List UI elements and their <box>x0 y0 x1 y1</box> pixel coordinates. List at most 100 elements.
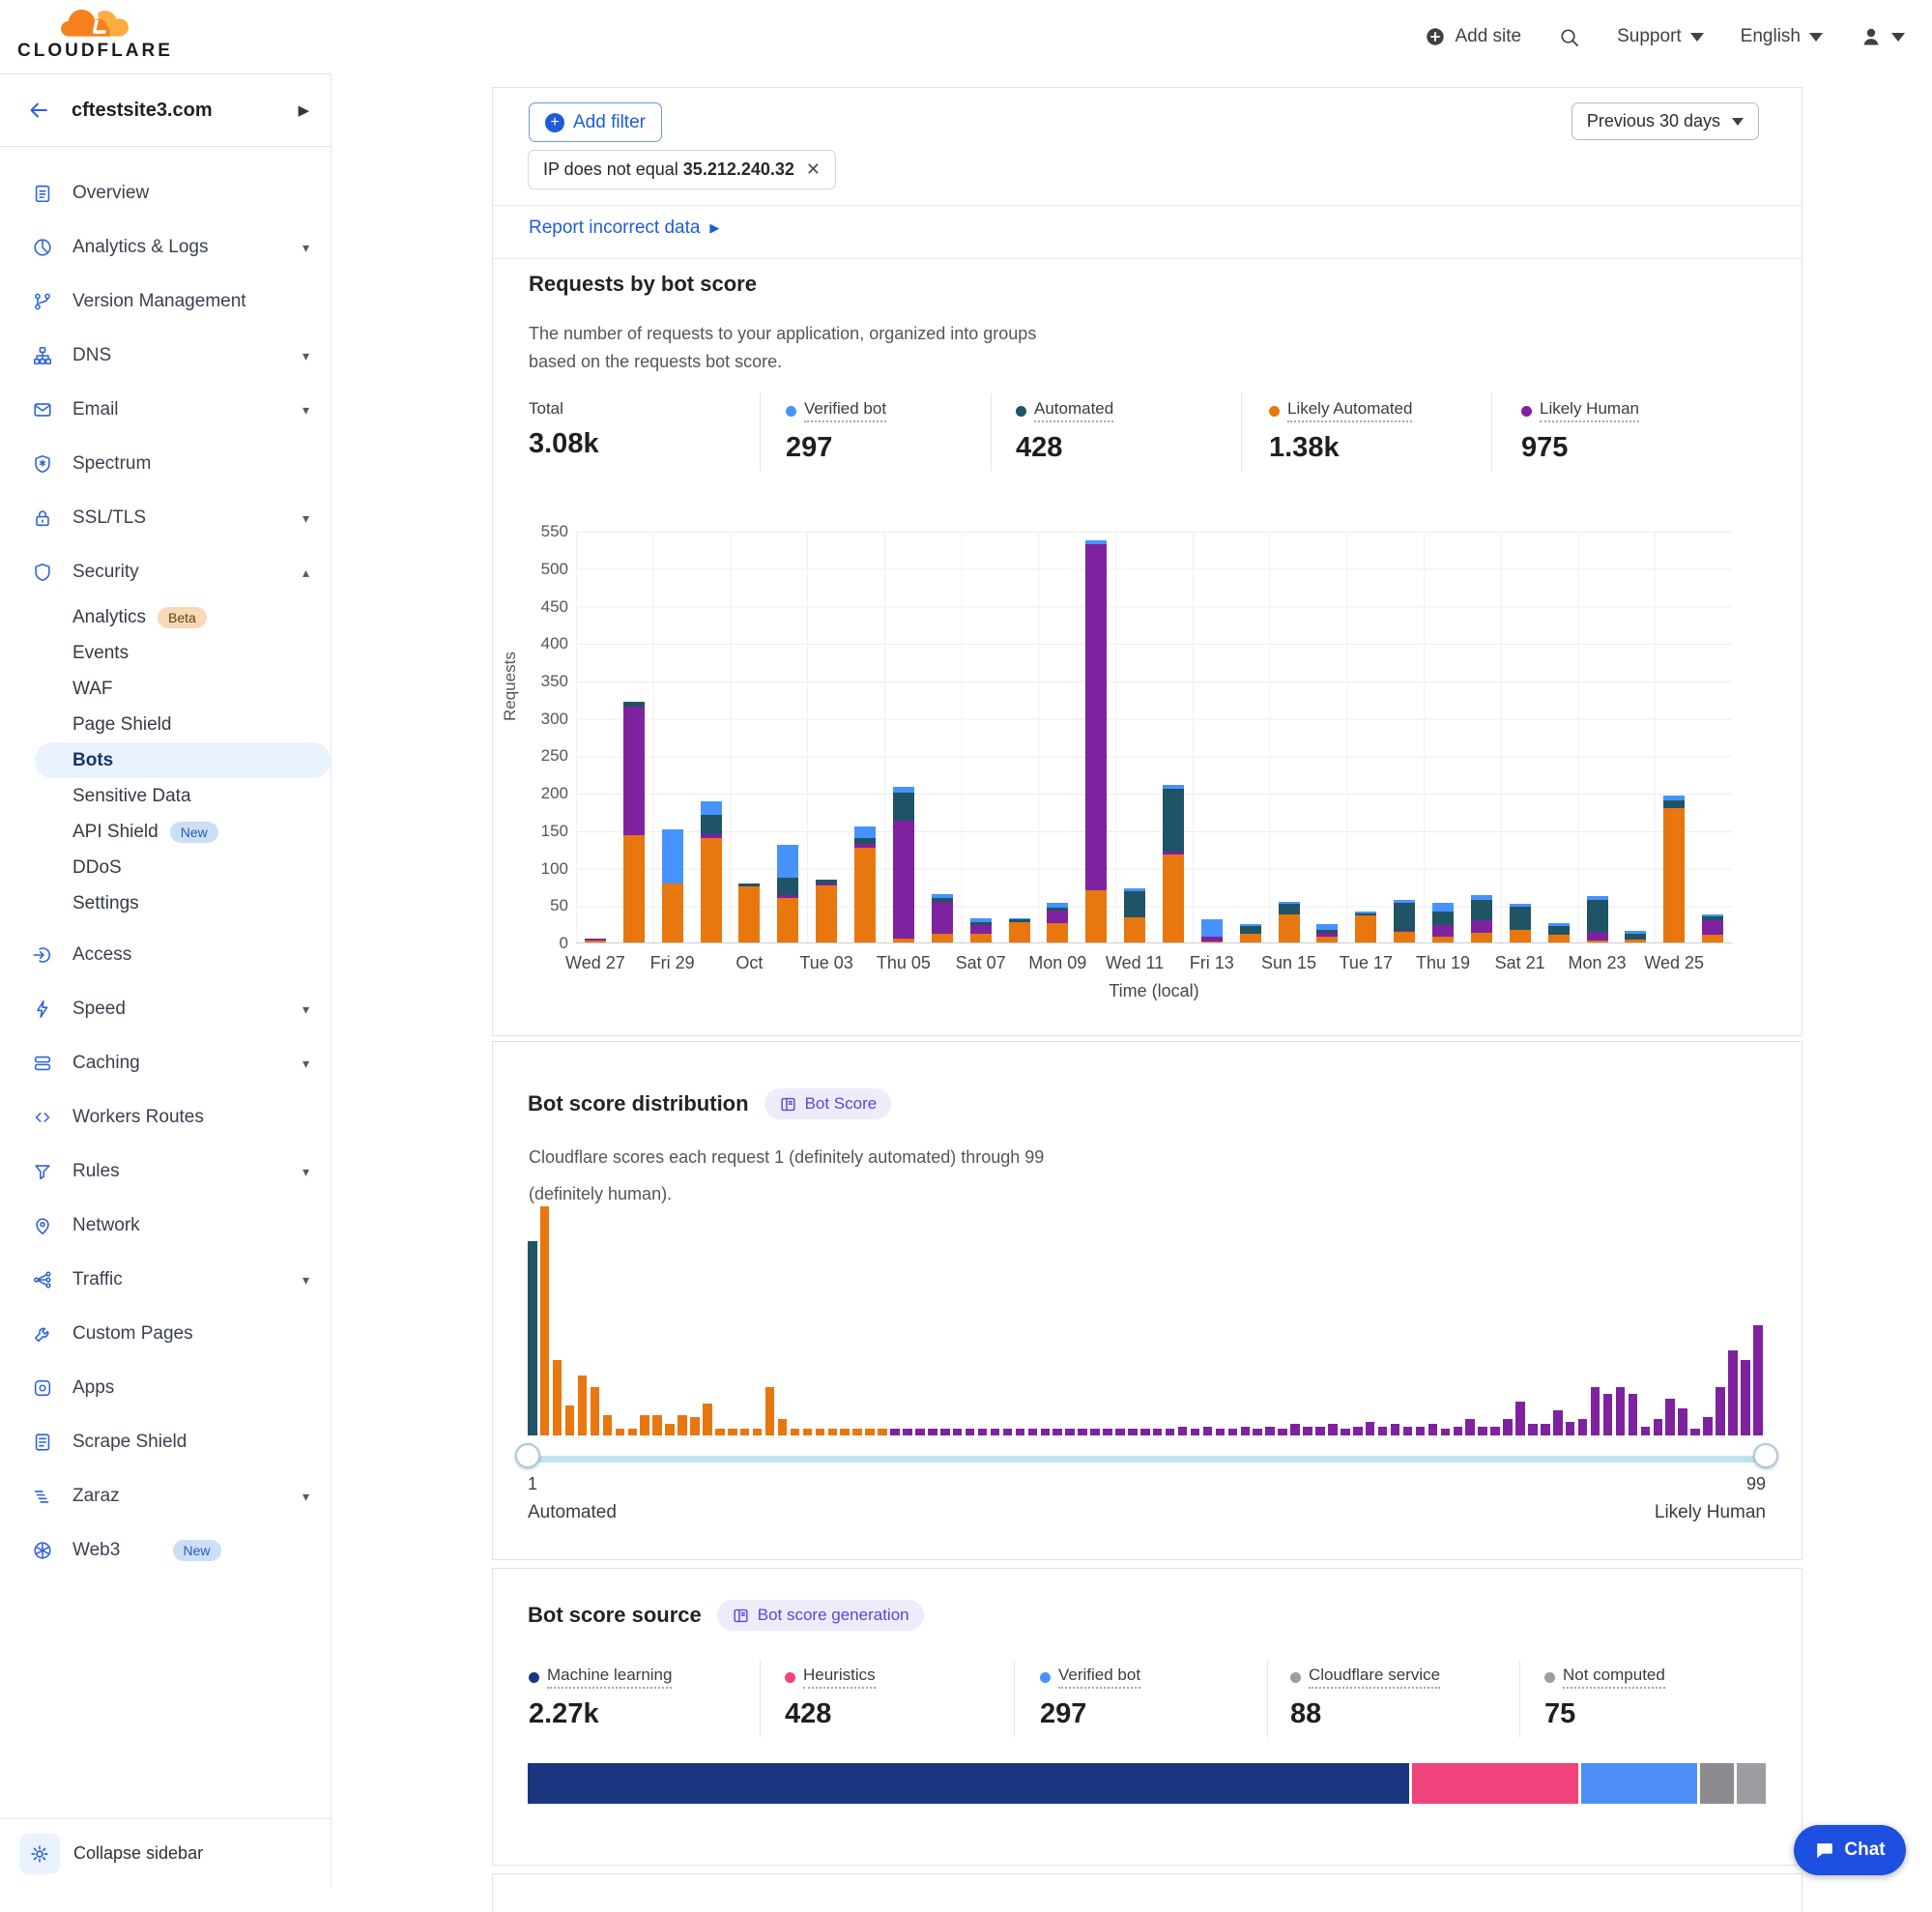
score-bar-15[interactable] <box>703 1404 712 1435</box>
score-bar-11[interactable] <box>652 1415 662 1435</box>
bar-day-21[interactable] <box>1355 912 1376 942</box>
score-bar-42[interactable] <box>1041 1429 1051 1435</box>
score-bar-7[interactable] <box>603 1415 613 1435</box>
bar-day-23[interactable] <box>1432 903 1454 942</box>
score-bar-53[interactable] <box>1178 1427 1188 1436</box>
bar-day-27[interactable] <box>1587 896 1608 942</box>
score-bar-26[interactable] <box>840 1429 850 1435</box>
account-menu[interactable] <box>1860 25 1905 48</box>
bar-day-15[interactable] <box>1124 888 1145 942</box>
score-bar-16[interactable] <box>715 1429 725 1435</box>
bar-segment[interactable] <box>1240 934 1261 942</box>
score-bar-75[interactable] <box>1454 1427 1463 1436</box>
sidebar-item-version-management[interactable]: Version Management <box>0 275 331 329</box>
bar-day-25[interactable] <box>1510 904 1531 942</box>
bar-segment[interactable] <box>854 826 876 838</box>
score-bar-36[interactable] <box>966 1429 975 1435</box>
score-bar-20[interactable] <box>765 1387 775 1435</box>
settings-gear-button[interactable] <box>19 1834 60 1874</box>
bot-score-generation-badge[interactable]: Bot score generation <box>717 1600 924 1631</box>
score-bar-45[interactable] <box>1078 1429 1087 1435</box>
bar-segment[interactable] <box>893 793 914 821</box>
score-bar-17[interactable] <box>728 1429 737 1435</box>
score-bar-70[interactable] <box>1391 1424 1400 1435</box>
bar-segment[interactable] <box>701 838 722 942</box>
sidebar-item-access[interactable]: Access <box>0 928 331 982</box>
sidebar-item-traffic[interactable]: Traffic▾ <box>0 1253 331 1307</box>
source-segment-verified-bot[interactable] <box>1581 1763 1696 1804</box>
bar-day-28[interactable] <box>1625 931 1646 942</box>
score-bar-51[interactable] <box>1153 1429 1163 1435</box>
stat-label[interactable]: Verified bot <box>804 399 886 422</box>
score-bar-50[interactable] <box>1140 1429 1150 1435</box>
sidebar-item-ssl-tls[interactable]: SSL/TLS▾ <box>0 491 331 545</box>
score-bar-54[interactable] <box>1191 1429 1200 1435</box>
bot-score-badge[interactable]: Bot Score <box>764 1088 892 1119</box>
bar-day-19[interactable] <box>1279 902 1300 942</box>
score-bar-94[interactable] <box>1690 1429 1700 1435</box>
score-bar-46[interactable] <box>1090 1429 1100 1435</box>
score-bar-30[interactable] <box>890 1429 900 1435</box>
score-bar-48[interactable] <box>1115 1429 1125 1435</box>
score-bar-79[interactable] <box>1503 1419 1513 1435</box>
stat-label[interactable]: Verified bot <box>1058 1666 1140 1689</box>
stat-label[interactable]: Not computed <box>1563 1666 1665 1689</box>
sidebar-item-web3[interactable]: Web3New <box>0 1523 331 1578</box>
bar-segment[interactable] <box>1085 544 1107 890</box>
bar-day-29[interactable] <box>1663 796 1685 942</box>
sidebar-item-scrape-shield[interactable]: Scrape Shield <box>0 1415 331 1469</box>
source-segment-machine-learning[interactable] <box>528 1763 1409 1804</box>
sidebar-item-dns[interactable]: DNS▾ <box>0 329 331 383</box>
bar-day-1[interactable] <box>585 939 606 942</box>
score-bar-32[interactable] <box>915 1429 925 1435</box>
score-bar-74[interactable] <box>1441 1429 1451 1435</box>
score-bar-44[interactable] <box>1065 1429 1075 1435</box>
bar-day-12[interactable] <box>1009 918 1030 942</box>
collapse-sidebar-label[interactable]: Collapse sidebar <box>73 1843 203 1864</box>
sidebar-item-sensitive-data[interactable]: Sensitive Data <box>0 778 331 814</box>
bar-segment[interactable] <box>777 845 798 878</box>
bar-day-5[interactable] <box>738 884 760 942</box>
bar-segment[interactable] <box>1394 932 1415 942</box>
bar-segment[interactable] <box>1471 900 1492 920</box>
bar-segment[interactable] <box>1124 917 1145 942</box>
bar-day-20[interactable] <box>1316 924 1338 942</box>
score-bar-83[interactable] <box>1553 1410 1563 1435</box>
score-bar-81[interactable] <box>1528 1424 1538 1435</box>
bar-segment[interactable] <box>1432 903 1454 912</box>
stat-label[interactable]: Automated <box>1034 399 1113 422</box>
score-bar-88[interactable] <box>1616 1387 1626 1435</box>
sidebar-item-waf[interactable]: WAF <box>0 671 331 707</box>
score-bar-55[interactable] <box>1203 1427 1213 1436</box>
score-bar-35[interactable] <box>953 1429 963 1435</box>
bar-segment[interactable] <box>1163 855 1184 942</box>
bar-segment[interactable] <box>1009 922 1030 942</box>
bar-segment[interactable] <box>893 821 914 939</box>
sidebar-item-apps[interactable]: Apps <box>0 1361 331 1415</box>
score-bar-2[interactable] <box>540 1206 550 1435</box>
bar-segment[interactable] <box>1663 800 1685 808</box>
score-bar-47[interactable] <box>1103 1429 1112 1435</box>
bar-day-18[interactable] <box>1240 924 1261 942</box>
bar-day-17[interactable] <box>1201 919 1223 942</box>
bar-segment[interactable] <box>1471 933 1492 942</box>
bar-segment[interactable] <box>1663 808 1685 942</box>
bar-segment[interactable] <box>585 941 606 942</box>
bar-day-4[interactable] <box>701 801 722 942</box>
score-bar-73[interactable] <box>1428 1424 1438 1435</box>
score-bar-90[interactable] <box>1641 1427 1651 1436</box>
support-menu[interactable]: Support <box>1617 26 1704 47</box>
slider-handle-max[interactable] <box>1753 1443 1778 1468</box>
bar-segment[interactable] <box>1394 903 1415 931</box>
score-bar-23[interactable] <box>803 1429 813 1435</box>
slider-handle-min[interactable] <box>515 1443 540 1468</box>
bar-segment[interactable] <box>1702 920 1723 936</box>
source-segment-heuristics[interactable] <box>1412 1763 1578 1804</box>
score-bar-67[interactable] <box>1353 1427 1363 1436</box>
bar-day-10[interactable] <box>932 894 953 942</box>
score-bar-72[interactable] <box>1416 1427 1426 1436</box>
bar-segment[interactable] <box>932 934 953 942</box>
score-bar-14[interactable] <box>690 1417 700 1435</box>
bar-segment[interactable] <box>854 848 876 942</box>
bar-segment[interactable] <box>1316 937 1338 942</box>
